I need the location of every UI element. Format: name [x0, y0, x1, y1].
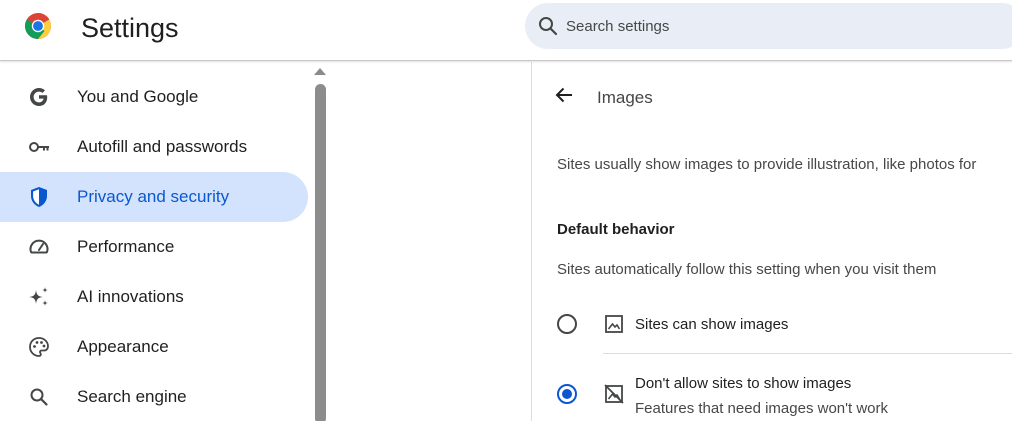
app-title: Settings [81, 13, 179, 43]
sidebar-item-label: AI innovations [77, 287, 184, 306]
image-off-icon [603, 383, 625, 405]
arrow-left-icon [554, 85, 574, 110]
search-icon [538, 16, 558, 36]
option-label[interactable]: Sites can show images [635, 315, 788, 335]
radio-dont-allow-images[interactable] [557, 384, 577, 404]
header: Settings [0, 0, 1012, 61]
section-heading: Default behavior [557, 221, 675, 238]
sidebar-item-label: Autofill and passwords [77, 137, 248, 156]
settings-card [531, 62, 1012, 421]
scrollbar-thumb[interactable] [315, 84, 326, 421]
sidebar-item-label: Performance [77, 237, 175, 256]
radio-sites-can-show-images[interactable] [557, 314, 577, 334]
image-icon [603, 313, 625, 335]
sidebar-item-privacy-and-security[interactable]: Privacy and security [0, 172, 308, 222]
option-divider [603, 353, 1012, 354]
sidebar-item-autofill[interactable]: Autofill and passwords [0, 122, 308, 172]
shield-icon [27, 185, 51, 209]
sidebar-item-you-and-google[interactable]: You and Google [0, 72, 308, 122]
option-label[interactable]: Don't allow sites to show images [635, 374, 851, 394]
sidebar-item-label: You and Google [77, 87, 199, 106]
sparkle-icon [27, 285, 51, 309]
sidebar-item-performance[interactable]: Performance [0, 222, 308, 272]
sidebar-item-label: Privacy and security [77, 187, 230, 206]
sidebar-item-search-engine[interactable]: Search engine [0, 372, 308, 421]
sidebar: You and Google Autofill and passwords Pr… [0, 62, 330, 421]
sidebar-item-appearance[interactable]: Appearance [0, 322, 308, 372]
page-title: Images [597, 88, 653, 107]
google-g-icon [27, 85, 51, 109]
search-input[interactable] [566, 11, 966, 41]
sidebar-item-label: Appearance [77, 337, 169, 356]
section-subtitle: Sites automatically follow this setting … [557, 261, 937, 278]
chrome-logo-icon [24, 12, 52, 40]
speedometer-icon [27, 235, 51, 259]
palette-icon [27, 335, 51, 359]
key-icon [27, 135, 51, 159]
search-bar[interactable] [525, 3, 1012, 49]
sidebar-item-label: Search engine [77, 387, 187, 406]
option-sublabel: Features that need images won't work [635, 400, 888, 417]
sidebar-item-ai-innovations[interactable]: AI innovations [0, 272, 308, 322]
page-description: Sites usually show images to provide ill… [557, 156, 977, 173]
back-button[interactable] [551, 84, 577, 110]
search-icon [27, 385, 51, 409]
scroll-up-arrow[interactable] [314, 68, 326, 75]
